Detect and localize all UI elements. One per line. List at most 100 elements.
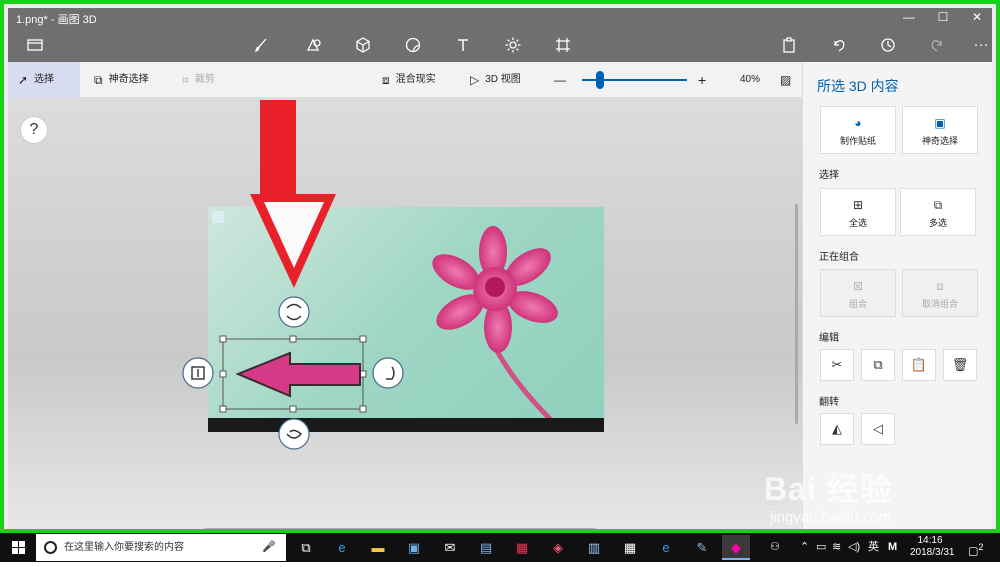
microphone-icon[interactable]: 🎤	[262, 534, 276, 561]
app-icon-7[interactable]: ▦	[508, 535, 536, 560]
app-icon-9[interactable]: ▥	[580, 535, 608, 560]
zoom-slider-thumb[interactable]	[596, 71, 604, 89]
wifi-icon[interactable]: ≋	[832, 533, 841, 562]
network-icon[interactable]: ▭	[816, 533, 826, 562]
2d-shapes-icon[interactable]	[303, 34, 325, 56]
watermark-logo: Bai 经验	[764, 471, 893, 507]
select-all-button[interactable]: ⊞ 全选	[820, 188, 896, 236]
history-icon[interactable]	[877, 34, 899, 56]
volume-icon[interactable]: ◁)	[848, 533, 860, 562]
taskbar-search[interactable]: 在这里输入你要搜索的内容 🎤	[36, 534, 286, 561]
file-explorer-icon[interactable]: ▬	[364, 535, 392, 560]
section-select: 选择	[819, 170, 839, 181]
make-sticker-label: 制作贴纸	[839, 136, 876, 146]
select-all-label: 全选	[848, 218, 867, 228]
mixed-reality-label: 混合现实	[395, 74, 436, 85]
delete-icon[interactable]: 🗑	[943, 349, 977, 381]
side-panel: 所选 3D 内容 ◕ 制作贴纸 ▣ 神奇选择 选择 ⊞ 全选 ⧉ 多选 正在组合…	[802, 62, 992, 529]
app-window: 1.png* - 画图 3D — ☐ ✕ ··· ➚ 选择 ⧉ 神奇选择 ⌗ 裁…	[0, 0, 1000, 533]
help-button[interactable]: ?	[20, 116, 48, 144]
ime-indicator[interactable]: 英	[868, 533, 879, 562]
ungroup-button[interactable]: ⧈ 取消组合	[902, 269, 978, 317]
magic-select-panel-label: 神奇选择	[921, 136, 958, 146]
3d-view-label: 3D 视图	[485, 74, 521, 85]
effects-icon[interactable]	[502, 34, 524, 56]
magic-select-button[interactable]: ▣ 神奇选择	[902, 106, 978, 154]
start-button[interactable]	[0, 533, 36, 562]
title-bar: 1.png* - 画图 3D — ☐ ✕	[8, 8, 992, 28]
zoom-in-button[interactable]: +	[688, 62, 716, 98]
section-grouping: 正在组合	[819, 252, 859, 263]
flip-vertical-icon[interactable]: ◁	[861, 413, 895, 445]
image-view-icon[interactable]: ▨	[770, 62, 801, 98]
notification-count: 2	[978, 542, 984, 552]
ie-icon[interactable]: e	[652, 535, 680, 560]
magic-select-label: 神奇选择	[108, 74, 149, 85]
zoom-value: 40%	[740, 74, 761, 85]
group-icon: ⊠	[852, 279, 864, 293]
paste-panel-icon[interactable]: 📋	[902, 349, 936, 381]
multi-select-icon: ⧉	[933, 198, 943, 212]
magic-select-tool-button[interactable]: ⧉ 神奇选择	[84, 62, 159, 98]
sticker-icon: ◕	[854, 116, 862, 130]
brush-icon[interactable]	[250, 34, 272, 56]
maximize-button[interactable]: ☐	[926, 8, 960, 28]
section-flip: 翻转	[819, 397, 839, 408]
minimize-button[interactable]: —	[892, 8, 926, 28]
app-icon-8[interactable]: ◈	[544, 535, 572, 560]
copy-icon[interactable]: ⧉	[861, 349, 895, 381]
crop-tool-button[interactable]: ⌗ 裁剪	[172, 62, 225, 98]
text-icon[interactable]	[452, 34, 474, 56]
input-mode-icon[interactable]: M	[888, 533, 897, 562]
paint-icon[interactable]: ✎	[688, 535, 716, 560]
mixed-reality-icon: ⧈	[382, 73, 390, 87]
close-button[interactable]: ✕	[960, 8, 994, 28]
clock-date: 2018/3/31	[910, 547, 955, 558]
paste-icon[interactable]	[778, 34, 800, 56]
crop-icon: ⌗	[182, 73, 189, 87]
3d-shapes-icon[interactable]	[352, 34, 374, 56]
vertical-scrollbar[interactable]	[795, 204, 798, 424]
horizontal-scrollbar[interactable]	[204, 528, 596, 529]
multi-select-button[interactable]: ⧉ 多选	[900, 188, 976, 236]
canvas-image[interactable]	[208, 207, 604, 432]
show-hidden-icons[interactable]: ⌃	[800, 533, 809, 562]
window-title: 1.png* - 画图 3D	[16, 14, 97, 26]
ungroup-icon: ⧈	[936, 279, 944, 293]
select-tool-button[interactable]: ➚ 选择	[8, 62, 80, 98]
3d-view-button[interactable]: ▷ 3D 视图	[460, 62, 531, 98]
redo-icon[interactable]	[926, 34, 948, 56]
cut-icon[interactable]: ✂	[820, 349, 854, 381]
notification-icon[interactable]: ▢2	[968, 533, 984, 562]
ungroup-label: 取消组合	[921, 299, 958, 309]
stickers-icon[interactable]	[402, 34, 424, 56]
zoom-out-button[interactable]: —	[544, 62, 576, 98]
multi-select-label: 多选	[928, 218, 947, 228]
edge-icon[interactable]: e	[328, 535, 356, 560]
make-sticker-button[interactable]: ◕ 制作贴纸	[820, 106, 896, 154]
magic-select-panel-icon: ▣	[934, 116, 946, 130]
magic-select-icon: ⧉	[94, 73, 103, 87]
store-icon[interactable]: ▣	[400, 535, 428, 560]
paint-3d-icon[interactable]: ◆	[722, 535, 750, 560]
windows-taskbar: 在这里输入你要搜索的内容 🎤 ⧉ e ▬ ▣ ✉ ▤ ▦ ◈ ▥ ▦ e ✎ ◆…	[0, 533, 1000, 562]
remote-desktop-icon[interactable]: ▤	[472, 535, 500, 560]
people-icon[interactable]: ⚇	[770, 533, 780, 562]
menu-icon[interactable]	[24, 34, 46, 56]
clock-time: 14:16	[917, 535, 943, 546]
canvas-icon[interactable]	[552, 34, 574, 56]
mixed-reality-button[interactable]: ⧈ 混合现实	[372, 62, 446, 98]
more-icon[interactable]: ···	[970, 34, 992, 56]
system-clock[interactable]: 14:16 2018/3/31	[910, 535, 955, 559]
flip-horizontal-icon[interactable]: ◭	[820, 413, 854, 445]
calculator-icon[interactable]: ▦	[616, 535, 644, 560]
crop-label: 裁剪	[194, 74, 215, 85]
mail-icon[interactable]: ✉	[436, 535, 464, 560]
select-label: 选择	[34, 74, 55, 85]
watermark-url: jingyan.baidu.com	[770, 509, 891, 526]
task-view-icon[interactable]: ⧉	[292, 535, 320, 560]
selection-toolbar: ➚ 选择 ⧉ 神奇选择 ⌗ 裁剪 ⧈ 混合现实 ▷ 3D 视图 — + 40% …	[8, 62, 802, 98]
undo-icon[interactable]	[828, 34, 850, 56]
panel-title: 所选 3D 内容	[817, 78, 899, 94]
group-button[interactable]: ⊠ 组合	[820, 269, 896, 317]
